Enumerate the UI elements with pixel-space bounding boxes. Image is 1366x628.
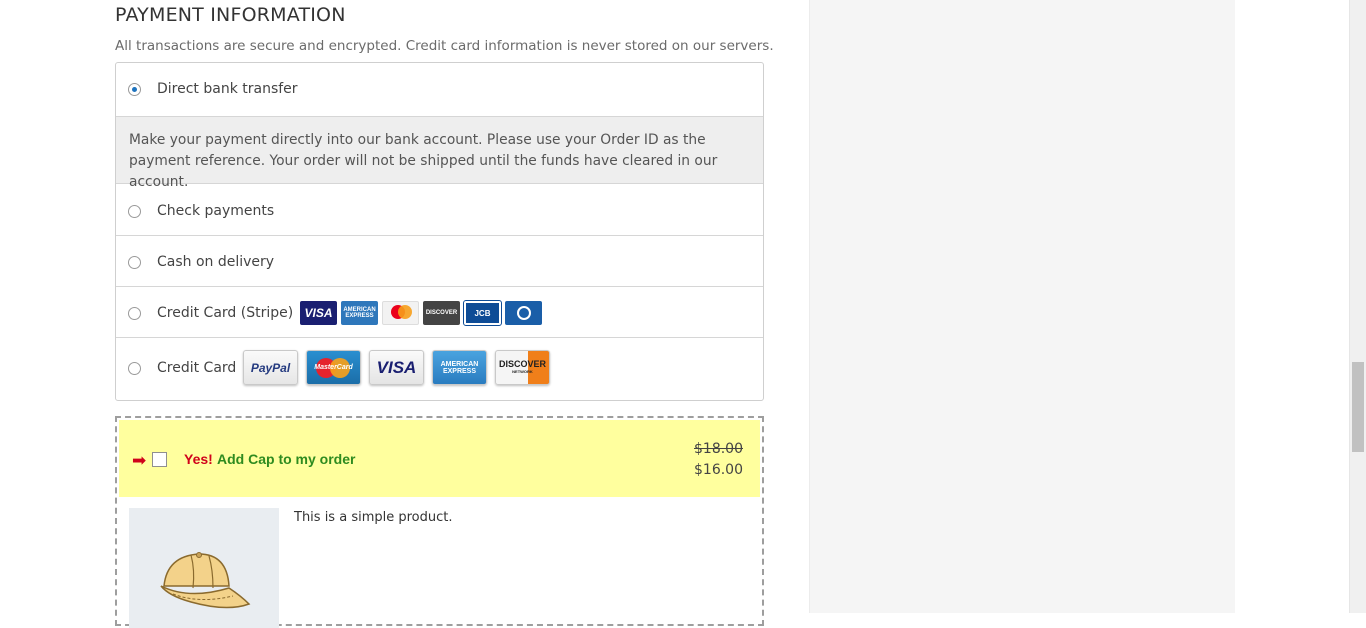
divider: [116, 235, 763, 236]
payment-option-bank-transfer[interactable]: Direct bank transfer: [116, 78, 763, 100]
upsell-checkbox[interactable]: [152, 452, 167, 467]
upsell-header: ➡ Yes! Add Cap to my order $18.00 $16.00: [119, 420, 760, 497]
upsell-offer: ➡ Yes! Add Cap to my order $18.00 $16.00…: [115, 416, 764, 628]
payment-option-cod[interactable]: Cash on delivery: [116, 251, 763, 273]
arrow-right-icon: ➡: [132, 451, 147, 471]
page-title: PAYMENT INFORMATION: [115, 4, 346, 26]
amex-icon: AMERICAN EXPRESS: [432, 350, 487, 385]
paypal-icon: PayPal: [243, 350, 298, 385]
page-scrollbar[interactable]: [1349, 0, 1366, 613]
mastercard-icon: [382, 301, 419, 325]
mastercard-icon: MasterCard: [306, 350, 361, 385]
diners-icon: [505, 301, 542, 325]
upsell-offer-label[interactable]: Add Cap to my order: [217, 451, 355, 467]
payment-option-label: Credit Card: [157, 360, 237, 376]
visa-icon: VISA: [300, 301, 337, 325]
payment-methods: Direct bank transfer Make your payment d…: [115, 62, 764, 401]
payment-option-label: Credit Card (Stripe): [157, 305, 294, 321]
payment-option-label: Cash on delivery: [157, 254, 275, 270]
stripe-card-logos: VISA AMERICAN EXPRESS DISCOVER JCB: [300, 300, 542, 326]
cap-icon: [160, 552, 251, 609]
mastercard-label: MasterCard: [314, 364, 353, 371]
upsell-old-price: $18.00: [694, 441, 743, 457]
amex-icon: AMERICAN EXPRESS: [341, 301, 378, 325]
visa-icon: VISA: [369, 350, 424, 385]
discover-icon: DISCOVER: [423, 301, 460, 325]
credit-card-radio[interactable]: [128, 361, 141, 375]
payment-option-label: Check payments: [157, 203, 275, 219]
bank-transfer-description: Make your payment directly into our bank…: [116, 116, 763, 190]
stripe-radio[interactable]: [128, 306, 141, 320]
divider: [116, 286, 763, 287]
payment-option-stripe[interactable]: Credit Card (Stripe) VISA AMERICAN EXPRE…: [116, 300, 763, 326]
product-image-cap: [129, 508, 279, 628]
bank-transfer-radio[interactable]: [128, 82, 141, 96]
check-payments-radio[interactable]: [128, 204, 141, 218]
payment-option-credit-card[interactable]: Credit Card PayPal MasterCard VISA AMERI…: [116, 350, 763, 385]
jcb-icon: JCB: [463, 300, 502, 326]
scrollbar-thumb[interactable]: [1352, 362, 1364, 452]
discover-network-label: NETWORK: [512, 368, 533, 374]
payment-option-label: Direct bank transfer: [157, 81, 298, 97]
divider: [116, 337, 763, 338]
payment-option-check[interactable]: Check payments: [116, 200, 763, 222]
upsell-new-price: $16.00: [694, 462, 743, 478]
upsell-yes-label[interactable]: Yes!: [184, 451, 213, 467]
order-summary-panel: [809, 0, 1235, 613]
discover-icon: DISCOVER NETWORK: [495, 350, 550, 385]
security-note: All transactions are secure and encrypte…: [115, 38, 774, 54]
cash-on-delivery-radio[interactable]: [128, 255, 141, 269]
bank-transfer-text: Make your payment directly into our bank…: [129, 132, 718, 190]
credit-card-logos: PayPal MasterCard VISA AMERICAN EXPRESS …: [243, 350, 550, 385]
product-description: This is a simple product.: [294, 510, 453, 525]
